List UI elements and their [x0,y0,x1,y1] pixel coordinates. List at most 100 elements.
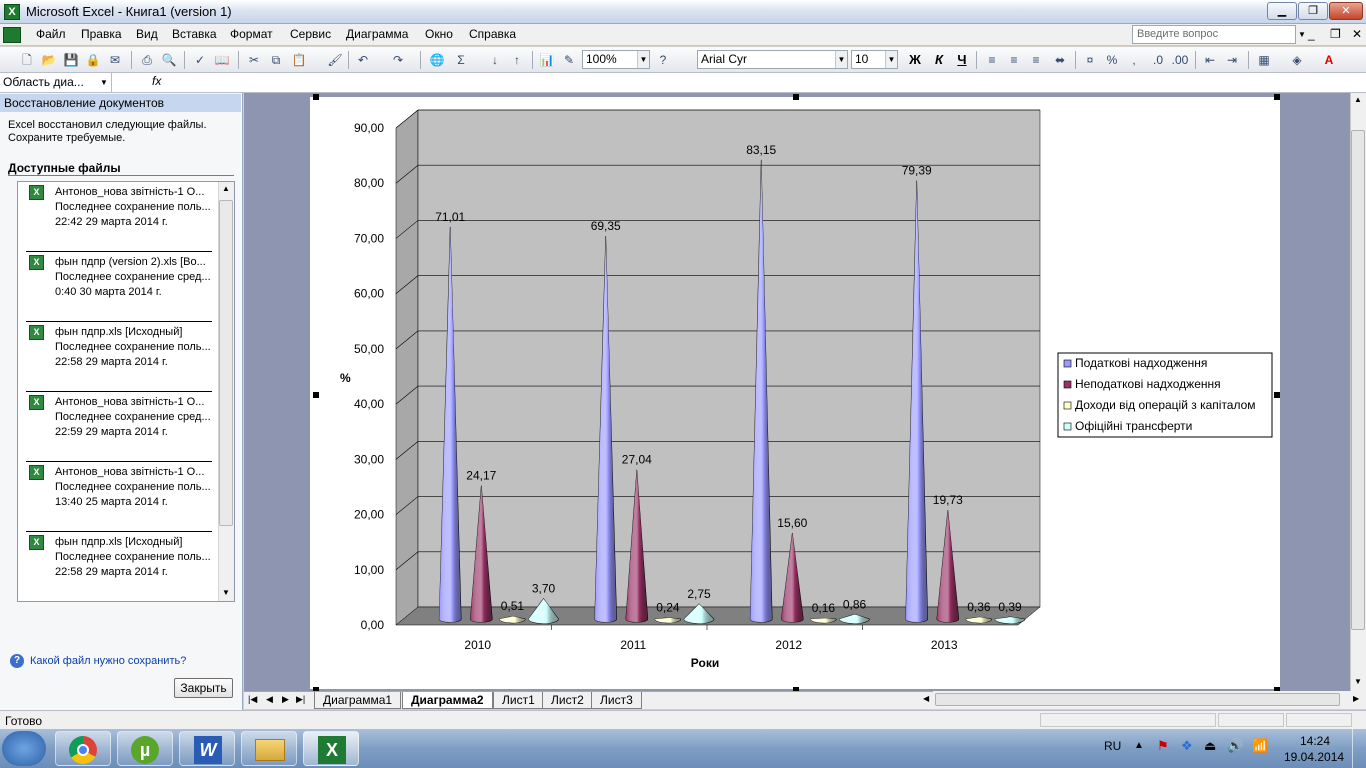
network-icon[interactable]: 📶 [1252,738,1268,754]
horizontal-scrollbar[interactable]: ◀ ▶ [923,691,1366,709]
percent-icon[interactable]: % [1103,51,1121,69]
sheet-tab-diagram1[interactable]: Диаграмма1 [314,692,402,709]
align-left-icon[interactable]: ≡ [983,51,1001,69]
name-box-chevron-down-icon[interactable]: ▼ [100,78,108,87]
open-icon[interactable]: 📂 [40,51,58,69]
doc-restore-icon[interactable]: ❐ [1330,27,1341,41]
word-taskbar-button[interactable]: W [179,731,235,766]
sheet-tab-list1[interactable]: Лист1 [493,692,544,709]
file-item[interactable]: X фын пдпр (version 2).xls [Во... Послед… [18,252,218,322]
help-question-icon[interactable]: ? [10,654,24,668]
first-sheet-icon[interactable]: |◀ [248,694,257,705]
explorer-taskbar-button[interactable] [241,731,297,766]
file-item[interactable]: X Антонов_нова звітність-1 О... Последне… [18,182,218,252]
scroll-down-icon[interactable]: ▼ [222,588,230,597]
selection-handle[interactable] [793,94,799,100]
utorrent-taskbar-button[interactable]: µ [117,731,173,766]
menu-chart[interactable]: Диаграмма [346,27,408,41]
print-icon[interactable]: ⎙ [138,51,156,69]
prev-sheet-icon[interactable]: ◀ [266,694,273,705]
chart-area[interactable]: 0,00 10,00 20,00 30,00 40,00 50,00 60,00 70,00 8… [310,97,1280,689]
spelling-icon[interactable]: ✓ [191,51,209,69]
selection-handle[interactable] [313,94,319,100]
sort-asc-icon[interactable]: ↓ [486,51,504,69]
close-window-button[interactable]: ✕ [1329,2,1363,20]
chevron-down-icon[interactable]: ▼ [835,51,847,68]
sheet-tab-list2[interactable]: Лист2 [542,692,593,709]
research-icon[interactable]: 📖 [213,51,231,69]
dropbox-icon[interactable]: ❖ [1181,738,1193,754]
chevron-down-icon[interactable]: ▼ [637,51,649,68]
redo-icon[interactable]: ↷ [389,51,407,69]
font-size-select[interactable]: 10 ▼ [851,50,898,69]
doc-minimize-icon[interactable]: _ [1308,27,1315,41]
comma-icon[interactable]: , [1125,51,1143,69]
print-preview-icon[interactable]: 🔍 [160,51,178,69]
chevron-down-icon[interactable]: ▼ [885,51,897,68]
new-icon[interactable]: 🗋 [18,51,36,69]
font-color-icon[interactable]: A [1320,51,1338,69]
file-list-scroll-thumb[interactable] [219,200,233,526]
zoom-select[interactable]: 100% ▼ [582,50,650,69]
which-file-help-link[interactable]: Какой файл нужно сохранить? [30,655,186,667]
drawing-icon[interactable]: ✎ [560,51,578,69]
menu-format[interactable]: Формат [230,27,273,41]
next-sheet-icon[interactable]: ▶ [282,694,289,705]
sort-desc-icon[interactable]: ↑ [508,51,526,69]
last-sheet-icon[interactable]: ▶| [296,694,305,705]
align-center-icon[interactable]: ≡ [1005,51,1023,69]
currency-icon[interactable]: ¤ [1081,51,1099,69]
menu-tools[interactable]: Сервис [290,27,331,41]
scroll-left-icon[interactable]: ◀ [923,694,929,703]
excel-taskbar-button[interactable]: X [303,731,359,766]
scroll-down-icon[interactable]: ▼ [1354,677,1362,686]
save-icon[interactable]: 💾 [62,51,80,69]
ask-dropdown-icon[interactable]: ▼ [1298,30,1306,39]
show-hidden-icons-icon[interactable]: ▲ [1134,740,1144,751]
close-pane-button[interactable]: Закрыть [174,678,233,698]
menu-file[interactable]: Файл [36,27,66,41]
menu-window[interactable]: Окно [425,27,453,41]
volume-icon[interactable]: 🔊 [1227,738,1243,754]
selection-handle[interactable] [1274,392,1280,398]
increase-indent-icon[interactable]: ⇥ [1223,51,1241,69]
horizontal-scroll-thumb[interactable] [935,693,1340,706]
show-desktop-button[interactable] [1352,729,1366,768]
undo-icon[interactable]: ↶ [354,51,372,69]
increase-decimal-icon[interactable]: .0 [1149,51,1167,69]
start-button[interactable] [2,731,46,766]
email-icon[interactable]: ✉ [106,51,124,69]
font-select[interactable]: Arial Cyr ▼ [697,50,848,69]
autosum-icon[interactable]: Σ [452,51,470,69]
file-item[interactable]: X фын пдпр.xls [Исходный] Последнее сохр… [18,532,218,601]
file-item[interactable]: X Антонов_нова звітність-1 О... Последне… [18,392,218,462]
ask-question-input[interactable]: Введите вопрос [1132,25,1296,44]
italic-button[interactable]: К [930,51,948,69]
copy-icon[interactable]: ⧉ [267,51,285,69]
selection-handle[interactable] [313,392,319,398]
file-item[interactable]: X фын пдпр.xls [Исходный] Последнее сохр… [18,322,218,392]
minimize-button[interactable]: ▁ [1267,2,1297,20]
menu-view[interactable]: Вид [136,27,158,41]
action-center-icon[interactable]: ⚑ [1157,738,1169,754]
decrease-decimal-icon[interactable]: .00 [1171,51,1189,69]
fill-color-icon[interactable]: ◈ [1288,51,1306,69]
chart-wizard-icon[interactable]: 📊 [538,51,556,69]
name-box[interactable]: Область диа... [0,73,112,92]
merge-center-icon[interactable]: ⬌ [1051,51,1069,69]
clock-date[interactable]: 19.04.2014 [1284,750,1344,764]
restore-button[interactable]: ❐ [1298,2,1328,20]
decrease-indent-icon[interactable]: ⇤ [1201,51,1219,69]
help-icon[interactable]: ? [654,51,672,69]
permission-icon[interactable]: 🔒 [84,51,102,69]
file-item[interactable]: X Антонов_нова звітність-1 О... Последне… [18,462,218,532]
excel-app-icon[interactable]: X [4,4,20,20]
scroll-up-icon[interactable]: ▲ [1354,95,1362,104]
vertical-scroll-thumb[interactable] [1351,130,1365,630]
scroll-up-icon[interactable]: ▲ [222,184,230,193]
fx-icon[interactable]: fx [152,74,161,88]
cone-chart[interactable]: 0,00 10,00 20,00 30,00 40,00 50,00 60,00 70,00 8… [310,97,1280,689]
usb-icon[interactable]: ⏏ [1204,738,1216,754]
bold-button[interactable]: Ж [906,51,924,69]
borders-icon[interactable]: ▦ [1255,51,1273,69]
